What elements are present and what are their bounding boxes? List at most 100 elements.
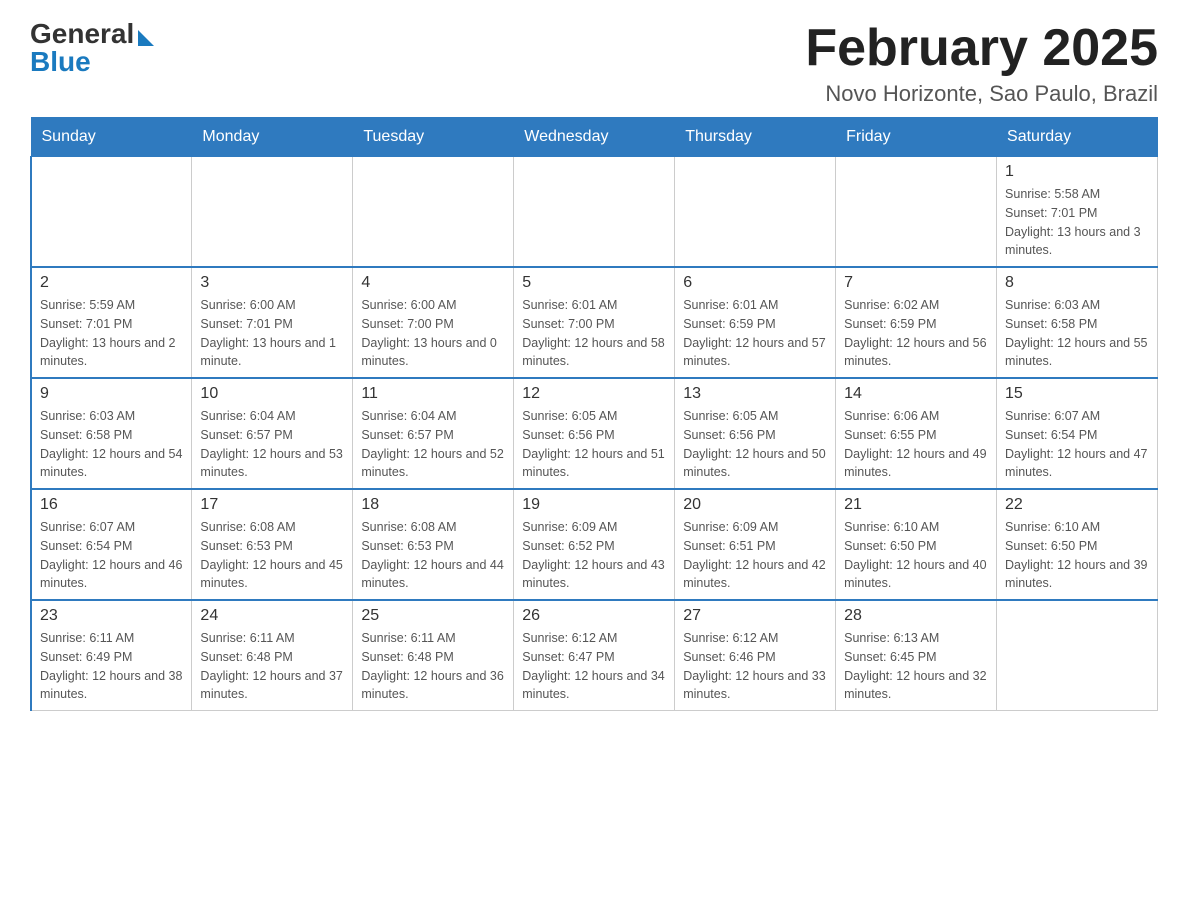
week-row-5: 23 Sunrise: 6:11 AM Sunset: 6:49 PM Dayli… xyxy=(31,600,1158,711)
calendar-cell: 15 Sunrise: 6:07 AM Sunset: 6:54 PM Dayli… xyxy=(997,378,1158,489)
day-number: 20 xyxy=(683,496,827,514)
calendar-cell xyxy=(192,157,353,268)
day-number: 10 xyxy=(200,385,344,403)
day-info: Sunrise: 6:12 AM Sunset: 6:47 PM Dayligh… xyxy=(522,629,666,704)
day-number: 28 xyxy=(844,607,988,625)
day-info: Sunrise: 6:00 AM Sunset: 7:01 PM Dayligh… xyxy=(200,296,344,371)
day-number: 16 xyxy=(40,496,183,514)
page-header: General Blue February 2025 Novo Horizont… xyxy=(30,20,1158,107)
day-info: Sunrise: 6:03 AM Sunset: 6:58 PM Dayligh… xyxy=(40,407,183,482)
weekday-header-wednesday: Wednesday xyxy=(514,118,675,157)
calendar-cell: 24 Sunrise: 6:11 AM Sunset: 6:48 PM Dayli… xyxy=(192,600,353,711)
calendar-cell: 25 Sunrise: 6:11 AM Sunset: 6:48 PM Dayli… xyxy=(353,600,514,711)
week-row-4: 16 Sunrise: 6:07 AM Sunset: 6:54 PM Dayli… xyxy=(31,489,1158,600)
day-number: 17 xyxy=(200,496,344,514)
logo-general-text: General xyxy=(30,20,134,48)
calendar-cell xyxy=(31,157,192,268)
calendar-cell: 6 Sunrise: 6:01 AM Sunset: 6:59 PM Daylig… xyxy=(675,267,836,378)
day-number: 7 xyxy=(844,274,988,292)
calendar-table: SundayMondayTuesdayWednesdayThursdayFrid… xyxy=(30,117,1158,711)
calendar-cell: 26 Sunrise: 6:12 AM Sunset: 6:47 PM Dayli… xyxy=(514,600,675,711)
weekday-header-sunday: Sunday xyxy=(31,118,192,157)
week-row-2: 2 Sunrise: 5:59 AM Sunset: 7:01 PM Daylig… xyxy=(31,267,1158,378)
day-number: 2 xyxy=(40,274,183,292)
calendar-cell: 16 Sunrise: 6:07 AM Sunset: 6:54 PM Dayli… xyxy=(31,489,192,600)
day-number: 11 xyxy=(361,385,505,403)
day-number: 21 xyxy=(844,496,988,514)
day-info: Sunrise: 6:08 AM Sunset: 6:53 PM Dayligh… xyxy=(200,518,344,593)
day-info: Sunrise: 6:05 AM Sunset: 6:56 PM Dayligh… xyxy=(522,407,666,482)
week-row-1: 1 Sunrise: 5:58 AM Sunset: 7:01 PM Daylig… xyxy=(31,157,1158,268)
calendar-cell: 3 Sunrise: 6:00 AM Sunset: 7:01 PM Daylig… xyxy=(192,267,353,378)
weekday-header-tuesday: Tuesday xyxy=(353,118,514,157)
day-info: Sunrise: 6:02 AM Sunset: 6:59 PM Dayligh… xyxy=(844,296,988,371)
calendar-cell: 7 Sunrise: 6:02 AM Sunset: 6:59 PM Daylig… xyxy=(836,267,997,378)
calendar-cell: 14 Sunrise: 6:06 AM Sunset: 6:55 PM Dayli… xyxy=(836,378,997,489)
calendar-cell xyxy=(514,157,675,268)
day-info: Sunrise: 6:01 AM Sunset: 7:00 PM Dayligh… xyxy=(522,296,666,371)
day-number: 6 xyxy=(683,274,827,292)
calendar-cell: 21Sunrise: 6:10 AM Sunset: 6:50 PM Dayli… xyxy=(836,489,997,600)
day-number: 12 xyxy=(522,385,666,403)
day-info: Sunrise: 6:07 AM Sunset: 6:54 PM Dayligh… xyxy=(1005,407,1149,482)
day-info: Sunrise: 6:13 AM Sunset: 6:45 PM Dayligh… xyxy=(844,629,988,704)
day-number: 15 xyxy=(1005,385,1149,403)
day-info: Sunrise: 6:08 AM Sunset: 6:53 PM Dayligh… xyxy=(361,518,505,593)
day-number: 22 xyxy=(1005,496,1149,514)
weekday-header-saturday: Saturday xyxy=(997,118,1158,157)
day-number: 5 xyxy=(522,274,666,292)
calendar-cell: 11Sunrise: 6:04 AM Sunset: 6:57 PM Dayli… xyxy=(353,378,514,489)
day-info: Sunrise: 6:00 AM Sunset: 7:00 PM Dayligh… xyxy=(361,296,505,371)
day-info: Sunrise: 6:11 AM Sunset: 6:48 PM Dayligh… xyxy=(200,629,344,704)
day-info: Sunrise: 6:12 AM Sunset: 6:46 PM Dayligh… xyxy=(683,629,827,704)
calendar-cell xyxy=(836,157,997,268)
calendar-cell: 22Sunrise: 6:10 AM Sunset: 6:50 PM Dayli… xyxy=(997,489,1158,600)
weekday-header-monday: Monday xyxy=(192,118,353,157)
day-info: Sunrise: 5:58 AM Sunset: 7:01 PM Dayligh… xyxy=(1005,185,1149,260)
logo-blue-text: Blue xyxy=(30,48,91,76)
day-info: Sunrise: 6:05 AM Sunset: 6:56 PM Dayligh… xyxy=(683,407,827,482)
calendar-cell: 12 Sunrise: 6:05 AM Sunset: 6:56 PM Dayli… xyxy=(514,378,675,489)
calendar-cell xyxy=(353,157,514,268)
day-number: 14 xyxy=(844,385,988,403)
day-info: Sunrise: 6:06 AM Sunset: 6:55 PM Dayligh… xyxy=(844,407,988,482)
calendar-cell: 2 Sunrise: 5:59 AM Sunset: 7:01 PM Daylig… xyxy=(31,267,192,378)
day-number: 19 xyxy=(522,496,666,514)
calendar-cell xyxy=(997,600,1158,711)
calendar-cell: 20 Sunrise: 6:09 AM Sunset: 6:51 PM Dayli… xyxy=(675,489,836,600)
location-subtitle: Novo Horizonte, Sao Paulo, Brazil xyxy=(805,81,1158,107)
day-number: 26 xyxy=(522,607,666,625)
calendar-cell: 1 Sunrise: 5:58 AM Sunset: 7:01 PM Daylig… xyxy=(997,157,1158,268)
weekday-header-friday: Friday xyxy=(836,118,997,157)
week-row-3: 9 Sunrise: 6:03 AM Sunset: 6:58 PM Daylig… xyxy=(31,378,1158,489)
day-info: Sunrise: 6:09 AM Sunset: 6:51 PM Dayligh… xyxy=(683,518,827,593)
calendar-cell: 10Sunrise: 6:04 AM Sunset: 6:57 PM Dayli… xyxy=(192,378,353,489)
day-info: Sunrise: 5:59 AM Sunset: 7:01 PM Dayligh… xyxy=(40,296,183,371)
calendar-cell: 18Sunrise: 6:08 AM Sunset: 6:53 PM Dayli… xyxy=(353,489,514,600)
day-number: 3 xyxy=(200,274,344,292)
logo: General Blue xyxy=(30,20,154,76)
calendar-cell: 17 Sunrise: 6:08 AM Sunset: 6:53 PM Dayli… xyxy=(192,489,353,600)
calendar-cell: 27 Sunrise: 6:12 AM Sunset: 6:46 PM Dayli… xyxy=(675,600,836,711)
day-number: 24 xyxy=(200,607,344,625)
day-info: Sunrise: 6:09 AM Sunset: 6:52 PM Dayligh… xyxy=(522,518,666,593)
day-info: Sunrise: 6:01 AM Sunset: 6:59 PM Dayligh… xyxy=(683,296,827,371)
day-number: 8 xyxy=(1005,274,1149,292)
day-number: 27 xyxy=(683,607,827,625)
weekday-header-row: SundayMondayTuesdayWednesdayThursdayFrid… xyxy=(31,118,1158,157)
day-number: 1 xyxy=(1005,163,1149,181)
calendar-cell: 4Sunrise: 6:00 AM Sunset: 7:00 PM Daylig… xyxy=(353,267,514,378)
day-info: Sunrise: 6:11 AM Sunset: 6:48 PM Dayligh… xyxy=(361,629,505,704)
day-info: Sunrise: 6:11 AM Sunset: 6:49 PM Dayligh… xyxy=(40,629,183,704)
calendar-cell xyxy=(675,157,836,268)
day-number: 9 xyxy=(40,385,183,403)
calendar-title: February 2025 xyxy=(805,20,1158,77)
day-number: 23 xyxy=(40,607,183,625)
day-number: 13 xyxy=(683,385,827,403)
calendar-cell: 5 Sunrise: 6:01 AM Sunset: 7:00 PM Daylig… xyxy=(514,267,675,378)
calendar-cell: 28 Sunrise: 6:13 AM Sunset: 6:45 PM Dayli… xyxy=(836,600,997,711)
day-info: Sunrise: 6:07 AM Sunset: 6:54 PM Dayligh… xyxy=(40,518,183,593)
day-number: 25 xyxy=(361,607,505,625)
weekday-header-thursday: Thursday xyxy=(675,118,836,157)
calendar-cell: 9 Sunrise: 6:03 AM Sunset: 6:58 PM Daylig… xyxy=(31,378,192,489)
